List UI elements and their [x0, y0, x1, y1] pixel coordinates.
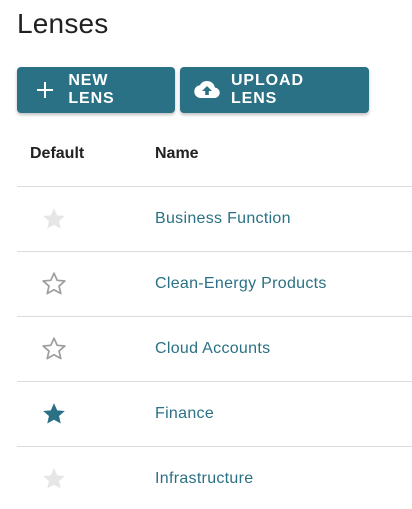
default-cell: [17, 336, 155, 362]
default-cell: [17, 271, 155, 297]
lens-name-link[interactable]: Infrastructure: [155, 470, 253, 488]
lens-name-link[interactable]: Clean-Energy Products: [155, 275, 327, 293]
page-title: Lenses: [17, 8, 109, 39]
lenses-page: Lenses NEW LENS UPLOAD LENS Default Name…: [0, 0, 412, 509]
table-row: Finance: [17, 382, 412, 447]
table-row: Business Function: [17, 187, 412, 252]
star-outline-icon: [41, 206, 67, 232]
upload-lens-button[interactable]: UPLOAD LENS: [180, 67, 369, 113]
default-column-header: Default: [30, 145, 85, 162]
new-lens-label: NEW LENS: [68, 72, 115, 107]
default-cell: [17, 466, 155, 492]
table-row: Cloud Accounts: [17, 317, 412, 382]
table-row: Clean-Energy Products: [17, 252, 412, 317]
plus-icon: [35, 80, 54, 100]
name-cell: Cloud Accounts: [155, 340, 412, 358]
table-row: Infrastructure: [17, 447, 412, 509]
default-cell: [17, 401, 155, 427]
name-cell: Clean-Energy Products: [155, 275, 412, 293]
table-header: Default Name: [17, 122, 412, 187]
toolbar: NEW LENS UPLOAD LENS: [17, 67, 369, 113]
star-outline-icon[interactable]: [41, 336, 67, 362]
star-outline-icon[interactable]: [41, 271, 67, 297]
cloud-upload-icon: [194, 79, 221, 101]
lenses-table: Default Name Business Function Clean-Ener…: [17, 122, 412, 509]
new-lens-button[interactable]: NEW LENS: [17, 67, 175, 113]
lens-name-link[interactable]: Business Function: [155, 210, 291, 228]
upload-lens-label: UPLOAD LENS: [230, 72, 304, 107]
name-column-header: Name: [155, 145, 199, 162]
table-body: Business Function Clean-Energy Products Cl…: [17, 187, 412, 509]
name-cell: Infrastructure: [155, 470, 412, 488]
lens-name-link[interactable]: Finance: [155, 405, 214, 423]
star-filled-icon[interactable]: [41, 401, 67, 427]
star-outline-icon: [41, 466, 67, 492]
default-cell: [17, 206, 155, 232]
lens-name-link[interactable]: Cloud Accounts: [155, 340, 270, 358]
name-cell: Finance: [155, 405, 412, 423]
name-cell: Business Function: [155, 210, 412, 228]
